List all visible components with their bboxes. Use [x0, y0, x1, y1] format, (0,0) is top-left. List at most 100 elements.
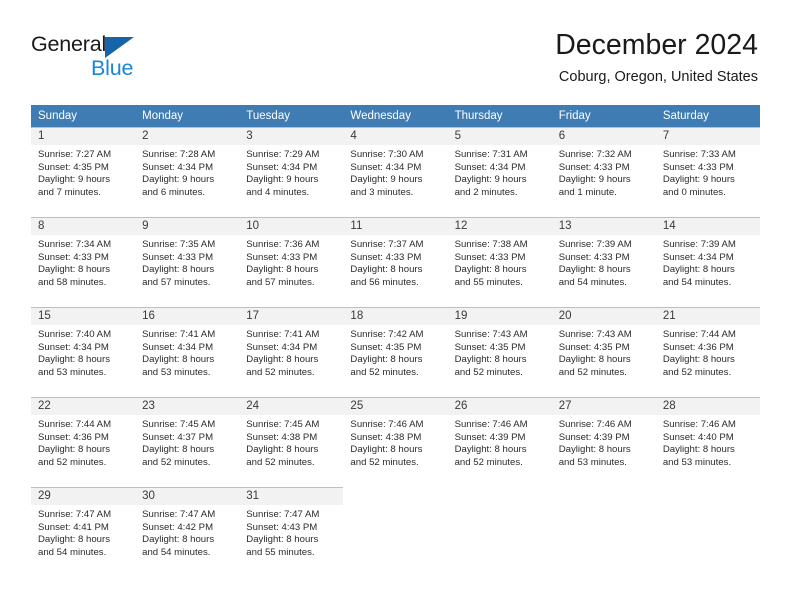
- day-details: Sunrise: 7:32 AM Sunset: 4:33 PM Daylight:…: [552, 145, 656, 199]
- day-cell[interactable]: 4 Sunrise: 7:30 AM Sunset: 4:34 PM Daylight…: [343, 127, 448, 217]
- day-cell[interactable]: 17 Sunrise: 7:41 AM Sunset: 4:34 PM Dayligh…: [239, 307, 344, 397]
- day-details: Sunrise: 7:28 AM Sunset: 4:34 PM Daylight:…: [135, 145, 239, 199]
- calendar-cell: 5 Sunrise: 7:31 AM Sunset: 4:34 PM Daylight…: [447, 127, 552, 217]
- day-number: 28: [655, 398, 760, 415]
- daylight-duration-line2: and 55 minutes.: [454, 276, 523, 288]
- daylight-duration-line2: and 52 minutes.: [350, 456, 419, 468]
- daylight-duration-line1: Daylight: 9 hours: [38, 174, 110, 186]
- day-number: 3: [239, 128, 344, 145]
- day-cell[interactable]: 1 Sunrise: 7:27 AM Sunset: 4:35 PM Daylight…: [31, 127, 136, 217]
- day-cell[interactable]: 31 Sunrise: 7:47 AM Sunset: 4:43 PM Dayligh…: [239, 487, 344, 577]
- sunrise-time: Sunrise: 7:45 AM: [142, 419, 216, 430]
- day-details: Sunrise: 7:27 AM Sunset: 4:35 PM Daylight:…: [31, 145, 135, 199]
- day-cell[interactable]: 2 Sunrise: 7:28 AM Sunset: 4:34 PM Daylight…: [135, 127, 240, 217]
- daylight-duration-line2: and 53 minutes.: [558, 456, 627, 468]
- day-cell[interactable]: 14 Sunrise: 7:39 AM Sunset: 4:34 PM Dayligh…: [655, 217, 760, 307]
- daylight-duration-line2: and 53 minutes.: [142, 366, 211, 378]
- sunrise-time: Sunrise: 7:39 AM: [558, 239, 632, 250]
- general-blue-logo[interactable]: General Blue: [31, 32, 201, 82]
- day-cell[interactable]: 12 Sunrise: 7:38 AM Sunset: 4:33 PM Dayligh…: [447, 217, 552, 307]
- calendar-cell: 3 Sunrise: 7:29 AM Sunset: 4:34 PM Daylight…: [239, 127, 344, 217]
- sunset-time: Sunset: 4:35 PM: [558, 341, 630, 353]
- daylight-duration-line1: Daylight: 8 hours: [38, 264, 110, 276]
- daylight-duration-line1: Daylight: 8 hours: [454, 444, 527, 456]
- sunrise-time: Sunrise: 7:46 AM: [350, 419, 424, 430]
- calendar-cell: 29 Sunrise: 7:47 AM Sunset: 4:41 PM Dayligh…: [31, 487, 136, 577]
- sunset-time: Sunset: 4:34 PM: [246, 161, 318, 173]
- day-cell[interactable]: 16 Sunrise: 7:41 AM Sunset: 4:34 PM Dayligh…: [135, 307, 240, 397]
- daylight-duration-line1: Daylight: 8 hours: [454, 354, 527, 366]
- daylight-duration-line1: Daylight: 8 hours: [350, 444, 423, 456]
- logo-triangle-icon: [105, 37, 134, 58]
- daylight-duration-line2: and 54 minutes.: [38, 546, 107, 558]
- day-number: 7: [655, 128, 760, 145]
- day-details: Sunrise: 7:47 AM Sunset: 4:43 PM Daylight:…: [239, 505, 343, 559]
- sunrise-time: Sunrise: 7:46 AM: [558, 419, 632, 430]
- calendar-cell: 18 Sunrise: 7:42 AM Sunset: 4:35 PM Dayligh…: [343, 307, 448, 397]
- sunset-time: Sunset: 4:35 PM: [38, 161, 109, 173]
- sunrise-time: Sunrise: 7:46 AM: [454, 419, 528, 430]
- sunset-time: Sunset: 4:33 PM: [38, 251, 109, 263]
- day-cell[interactable]: 23 Sunrise: 7:45 AM Sunset: 4:37 PM Dayligh…: [135, 397, 240, 487]
- daylight-duration-line2: and 52 minutes.: [454, 456, 523, 468]
- daylight-duration-line2: and 0 minutes.: [662, 186, 726, 198]
- day-number: 27: [551, 398, 656, 415]
- day-cell[interactable]: 3 Sunrise: 7:29 AM Sunset: 4:34 PM Daylight…: [239, 127, 344, 217]
- day-number: 8: [31, 218, 136, 235]
- sunset-time: Sunset: 4:41 PM: [38, 521, 109, 533]
- calendar-cell: [655, 487, 760, 577]
- sunrise-time: Sunrise: 7:42 AM: [350, 329, 424, 340]
- calendar-body: 1 Sunrise: 7:27 AM Sunset: 4:35 PM Daylight…: [31, 127, 760, 577]
- sunset-time: Sunset: 4:39 PM: [454, 431, 526, 443]
- calendar-cell: [447, 487, 552, 577]
- day-number: 12: [447, 218, 552, 235]
- calendar-cell: 27 Sunrise: 7:46 AM Sunset: 4:39 PM Dayligh…: [551, 397, 656, 487]
- day-cell[interactable]: 15 Sunrise: 7:40 AM Sunset: 4:34 PM Dayligh…: [31, 307, 136, 397]
- sunset-time: Sunset: 4:36 PM: [38, 431, 109, 443]
- day-cell[interactable]: 13 Sunrise: 7:39 AM Sunset: 4:33 PM Dayligh…: [551, 217, 656, 307]
- day-cell[interactable]: 8 Sunrise: 7:34 AM Sunset: 4:33 PM Daylight…: [31, 217, 136, 307]
- day-cell[interactable]: 30 Sunrise: 7:47 AM Sunset: 4:42 PM Dayligh…: [135, 487, 240, 577]
- daylight-duration-line1: Daylight: 9 hours: [558, 174, 631, 186]
- sunrise-time: Sunrise: 7:40 AM: [38, 329, 112, 340]
- calendar-cell: 22 Sunrise: 7:44 AM Sunset: 4:36 PM Dayligh…: [31, 397, 136, 487]
- logo-text-blue: Blue: [91, 56, 134, 80]
- day-details: Sunrise: 7:44 AM Sunset: 4:36 PM Daylight:…: [31, 415, 135, 469]
- day-cell[interactable]: 11 Sunrise: 7:37 AM Sunset: 4:33 PM Dayligh…: [343, 217, 448, 307]
- day-cell[interactable]: 5 Sunrise: 7:31 AM Sunset: 4:34 PM Daylight…: [447, 127, 552, 217]
- day-cell[interactable]: 9 Sunrise: 7:35 AM Sunset: 4:33 PM Daylight…: [135, 217, 240, 307]
- day-cell[interactable]: 18 Sunrise: 7:42 AM Sunset: 4:35 PM Dayligh…: [343, 307, 448, 397]
- day-cell[interactable]: 21 Sunrise: 7:44 AM Sunset: 4:36 PM Dayligh…: [655, 307, 760, 397]
- day-cell[interactable]: 22 Sunrise: 7:44 AM Sunset: 4:36 PM Dayligh…: [31, 397, 136, 487]
- day-cell[interactable]: 7 Sunrise: 7:33 AM Sunset: 4:33 PM Daylight…: [655, 127, 760, 217]
- calendar-cell: 12 Sunrise: 7:38 AM Sunset: 4:33 PM Dayligh…: [447, 217, 552, 307]
- daylight-duration-line1: Daylight: 8 hours: [350, 354, 423, 366]
- weekday-header-tuesday: Tuesday: [239, 105, 344, 127]
- sunrise-time: Sunrise: 7:47 AM: [142, 509, 216, 520]
- daylight-duration-line2: and 52 minutes.: [662, 366, 732, 378]
- sunset-time: Sunset: 4:38 PM: [350, 431, 422, 443]
- daylight-duration-line2: and 57 minutes.: [246, 276, 315, 288]
- day-cell[interactable]: 6 Sunrise: 7:32 AM Sunset: 4:33 PM Daylight…: [551, 127, 656, 217]
- sunrise-time: Sunrise: 7:35 AM: [142, 239, 216, 250]
- sunset-time: Sunset: 4:34 PM: [454, 161, 526, 173]
- daylight-duration-line1: Daylight: 8 hours: [38, 444, 110, 456]
- day-cell[interactable]: 29 Sunrise: 7:47 AM Sunset: 4:41 PM Dayligh…: [31, 487, 136, 577]
- sunrise-time: Sunrise: 7:33 AM: [662, 149, 736, 160]
- day-details: Sunrise: 7:46 AM Sunset: 4:40 PM Daylight:…: [656, 415, 760, 469]
- daylight-duration-line2: and 52 minutes.: [454, 366, 523, 378]
- day-cell[interactable]: 20 Sunrise: 7:43 AM Sunset: 4:35 PM Dayligh…: [551, 307, 656, 397]
- day-cell[interactable]: 25 Sunrise: 7:46 AM Sunset: 4:38 PM Dayligh…: [343, 397, 448, 487]
- day-cell[interactable]: 24 Sunrise: 7:45 AM Sunset: 4:38 PM Dayligh…: [239, 397, 344, 487]
- calendar-cell: [551, 487, 656, 577]
- daylight-duration-line2: and 55 minutes.: [246, 546, 315, 558]
- day-cell[interactable]: 19 Sunrise: 7:43 AM Sunset: 4:35 PM Dayligh…: [447, 307, 552, 397]
- day-cell[interactable]: 26 Sunrise: 7:46 AM Sunset: 4:39 PM Dayligh…: [447, 397, 552, 487]
- calendar-cell: 9 Sunrise: 7:35 AM Sunset: 4:33 PM Daylight…: [135, 217, 240, 307]
- day-number: 11: [343, 218, 448, 235]
- day-number: 5: [447, 128, 552, 145]
- day-cell[interactable]: 10 Sunrise: 7:36 AM Sunset: 4:33 PM Dayligh…: [239, 217, 344, 307]
- day-cell[interactable]: 27 Sunrise: 7:46 AM Sunset: 4:39 PM Dayligh…: [551, 397, 656, 487]
- day-details: Sunrise: 7:29 AM Sunset: 4:34 PM Daylight:…: [239, 145, 343, 199]
- day-cell[interactable]: 28 Sunrise: 7:46 AM Sunset: 4:40 PM Dayligh…: [655, 397, 760, 487]
